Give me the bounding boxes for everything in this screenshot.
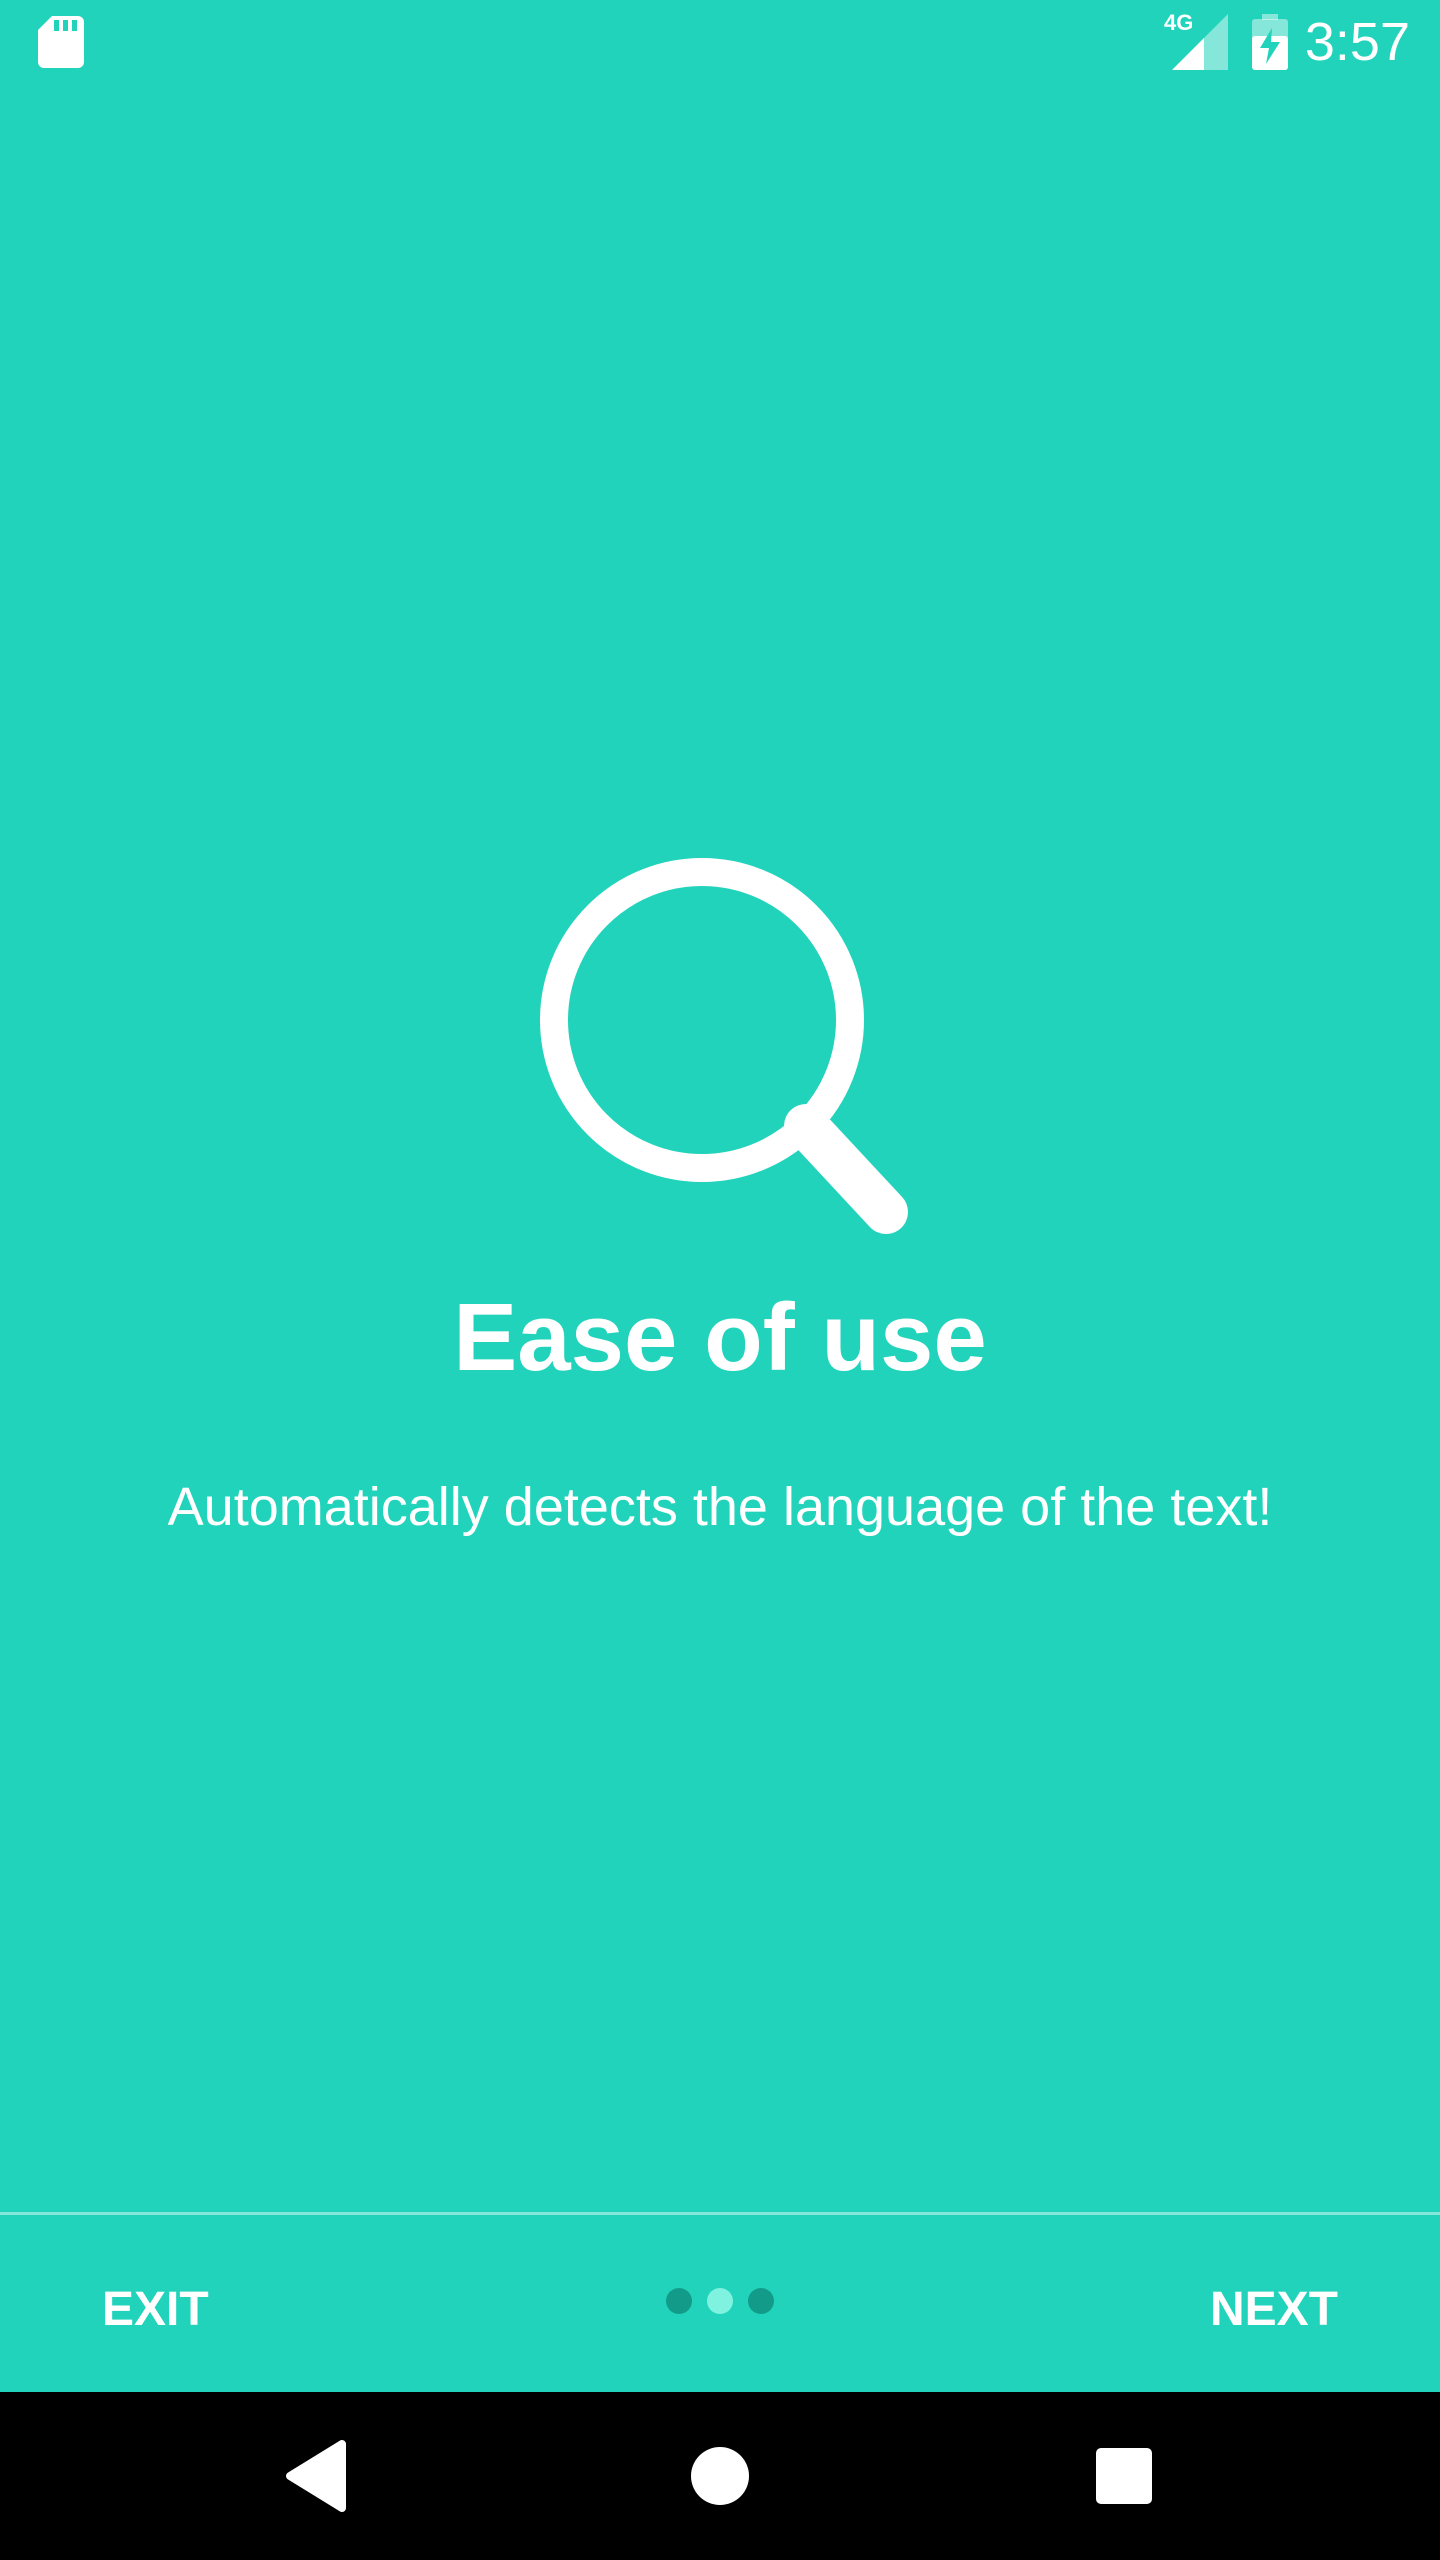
page-dot-3[interactable] [748, 2288, 774, 2314]
recents-icon[interactable] [1074, 2426, 1174, 2526]
home-icon[interactable] [670, 2426, 770, 2526]
page-indicator [662, 2286, 778, 2316]
onboarding-description: Automatically detects the language of th… [167, 1477, 1273, 1537]
system-nav-bar [0, 2392, 1440, 2560]
page-dot-1[interactable] [666, 2288, 692, 2314]
status-bar: 4G 3:57 [0, 0, 1440, 84]
page-dot-2[interactable] [707, 2288, 733, 2314]
footer-divider [0, 2212, 1440, 2215]
onboarding-title: Ease of use [453, 1284, 987, 1391]
back-icon[interactable] [266, 2426, 366, 2526]
next-button[interactable]: NEXT [1200, 2260, 1348, 2360]
exit-button[interactable]: EXIT [92, 2260, 219, 2360]
clock: 3:57 [1304, 12, 1410, 72]
signal-icon [1172, 14, 1228, 70]
search-icon [540, 858, 908, 1234]
sd-card-icon [38, 16, 84, 68]
battery-charging-icon [1252, 14, 1288, 70]
onboarding-screen: 4G 3:57 Ease of use Automatically detect… [0, 0, 1440, 2560]
